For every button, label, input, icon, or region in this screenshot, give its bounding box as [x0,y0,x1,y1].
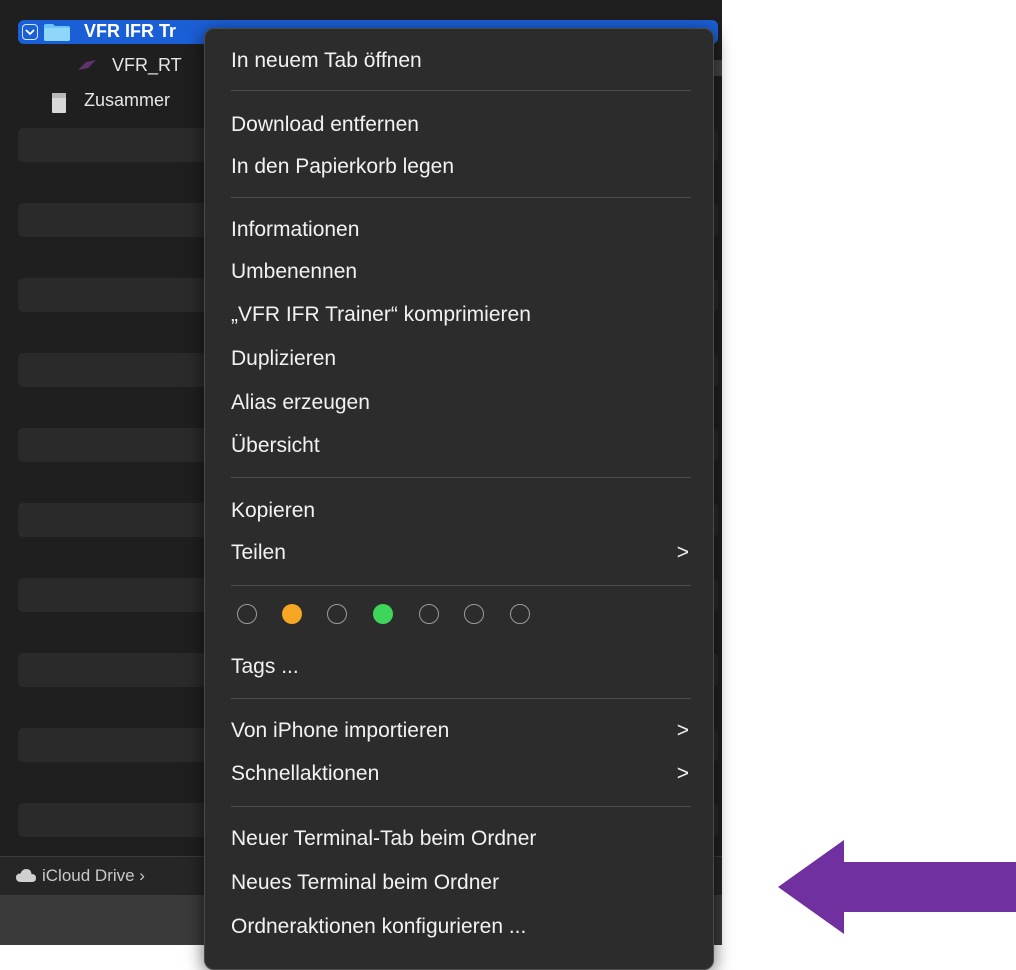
menu-item-label: Duplizieren [231,347,337,370]
menu-item-tags[interactable]: Tags ... [231,649,693,685]
finder-row-file-name[interactable]: VFR_RT [112,55,182,76]
folder-icon [44,24,70,41]
tag-empty-icon[interactable] [464,604,484,624]
menu-item-open-in-new-tab[interactable]: In neuem Tab öffnen [231,43,693,79]
menu-item-label: „VFR IFR Trainer“ komprimieren [231,303,531,326]
menu-item-get-info[interactable]: Informationen [231,212,693,248]
menu-item-label: Neues Terminal beim Ordner [231,871,500,894]
tag-empty-icon[interactable] [419,604,439,624]
path-bar-icloud-drive[interactable]: iCloud Drive › [42,866,145,886]
menu-item-share[interactable]: Teilen > [231,535,693,571]
menu-item-make-alias[interactable]: Alias erzeugen [231,385,693,421]
menu-item-import-from-iphone[interactable]: Von iPhone importieren > [231,713,693,749]
app-file-icon [76,58,98,79]
submenu-chevron-icon: > [676,719,689,742]
menu-item-label: Neuer Terminal-Tab beim Ordner [231,827,537,850]
menu-item-label: In den Papierkorb legen [231,155,454,178]
menu-item-label: Tags ... [231,655,299,678]
menu-item-copy[interactable]: Kopieren [231,493,693,529]
menu-item-remove-download[interactable]: Download entfernen [231,107,693,143]
menu-item-move-to-trash[interactable]: In den Papierkorb legen [231,149,693,185]
finder-row-folder-name[interactable]: VFR IFR Tr [84,21,176,42]
disclosure-chevron-icon[interactable] [22,24,38,40]
cloud-icon [16,869,36,887]
menu-item-quick-look[interactable]: Übersicht [231,428,693,464]
menu-item-label: Download entfernen [231,113,419,136]
tag-empty-icon[interactable] [327,604,347,624]
submenu-chevron-icon: > [676,762,689,785]
submenu-chevron-icon: > [676,541,689,564]
tag-orange-icon[interactable] [282,604,302,624]
menu-item-folder-actions[interactable]: Ordneraktionen konfigurieren ... [231,909,693,945]
menu-item-label: Alias erzeugen [231,391,370,414]
menu-item-new-terminal[interactable]: Neues Terminal beim Ordner [231,865,693,901]
tag-none-icon[interactable] [237,604,257,624]
menu-item-label: Schnellaktionen [231,762,380,785]
menu-separator [231,585,691,586]
menu-item-compress[interactable]: „VFR IFR Trainer“ komprimieren [231,297,693,333]
menu-item-label: In neuem Tab öffnen [231,49,422,72]
menu-separator [231,477,691,478]
menu-item-duplicate[interactable]: Duplizieren [231,341,693,377]
menu-item-label: Von iPhone importieren [231,719,450,742]
tag-empty-icon[interactable] [510,604,530,624]
menu-separator [231,806,691,807]
annotation-arrow-icon [778,840,1016,934]
menu-item-quick-actions[interactable]: Schnellaktionen > [231,756,693,792]
menu-separator [231,197,691,198]
finder-row-document-name[interactable]: Zusammer [84,90,170,111]
tag-green-icon[interactable] [373,604,393,624]
document-icon [52,93,66,118]
context-menu: In neuem Tab öffnen Download entfernen I… [204,28,714,970]
menu-item-label: Übersicht [231,434,320,457]
menu-item-rename[interactable]: Umbenennen [231,254,693,290]
menu-item-label: Kopieren [231,499,316,522]
menu-item-new-terminal-tab[interactable]: Neuer Terminal-Tab beim Ordner [231,821,693,857]
menu-item-label: Ordneraktionen konfigurieren ... [231,915,527,938]
menu-separator [231,698,691,699]
menu-separator [231,90,691,91]
menu-item-label: Informationen [231,218,360,241]
menu-item-label: Umbenennen [231,260,358,283]
menu-item-label: Teilen [231,541,286,564]
